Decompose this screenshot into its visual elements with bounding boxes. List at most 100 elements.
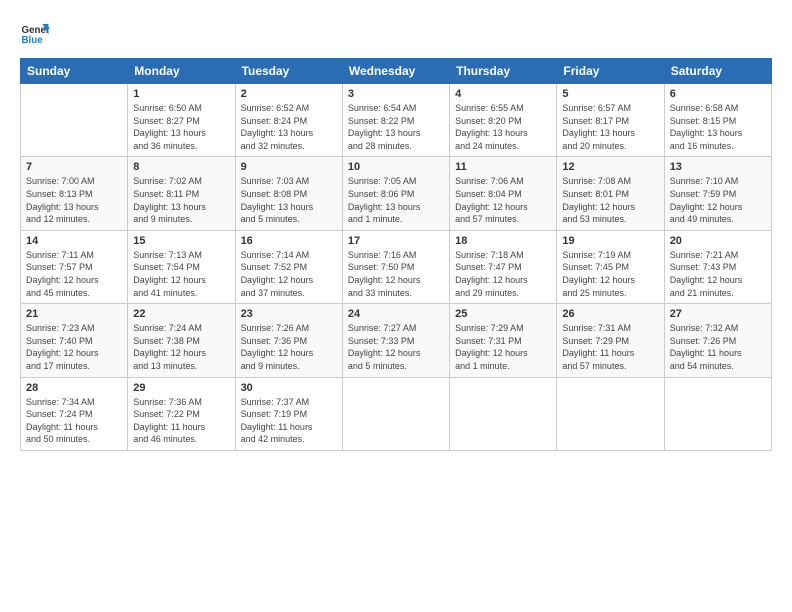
day-info: Sunrise: 6:52 AM Sunset: 8:24 PM Dayligh…	[241, 102, 337, 152]
day-info: Sunrise: 6:57 AM Sunset: 8:17 PM Dayligh…	[562, 102, 658, 152]
day-number: 18	[455, 235, 551, 247]
logo-icon: General Blue	[20, 18, 50, 48]
calendar-cell: 14 Sunrise: 7:11 AM Sunset: 7:57 PM Dayli…	[21, 230, 128, 303]
day-number: 26	[562, 308, 658, 320]
weekday-header-thursday: Thursday	[450, 59, 557, 84]
weekday-header-monday: Monday	[128, 59, 235, 84]
calendar-cell	[450, 377, 557, 450]
week-row-1: 1 Sunrise: 6:50 AM Sunset: 8:27 PM Daylig…	[21, 84, 772, 157]
day-info: Sunrise: 7:10 AM Sunset: 7:59 PM Dayligh…	[670, 175, 766, 225]
calendar-cell: 16 Sunrise: 7:14 AM Sunset: 7:52 PM Dayli…	[235, 230, 342, 303]
day-info: Sunrise: 7:08 AM Sunset: 8:01 PM Dayligh…	[562, 175, 658, 225]
calendar-cell: 20 Sunrise: 7:21 AM Sunset: 7:43 PM Dayli…	[664, 230, 771, 303]
calendar-cell: 21 Sunrise: 7:23 AM Sunset: 7:40 PM Dayli…	[21, 304, 128, 377]
day-info: Sunrise: 7:21 AM Sunset: 7:43 PM Dayligh…	[670, 249, 766, 299]
day-number: 7	[26, 161, 122, 173]
calendar-cell: 30 Sunrise: 7:37 AM Sunset: 7:19 PM Dayli…	[235, 377, 342, 450]
calendar-header-row: SundayMondayTuesdayWednesdayThursdayFrid…	[21, 59, 772, 84]
weekday-header-friday: Friday	[557, 59, 664, 84]
calendar-cell: 8 Sunrise: 7:02 AM Sunset: 8:11 PM Daylig…	[128, 157, 235, 230]
day-info: Sunrise: 7:19 AM Sunset: 7:45 PM Dayligh…	[562, 249, 658, 299]
day-number: 29	[133, 382, 229, 394]
calendar-cell: 22 Sunrise: 7:24 AM Sunset: 7:38 PM Dayli…	[128, 304, 235, 377]
day-info: Sunrise: 7:37 AM Sunset: 7:19 PM Dayligh…	[241, 396, 337, 446]
calendar-cell: 9 Sunrise: 7:03 AM Sunset: 8:08 PM Daylig…	[235, 157, 342, 230]
day-info: Sunrise: 7:36 AM Sunset: 7:22 PM Dayligh…	[133, 396, 229, 446]
calendar-cell	[21, 84, 128, 157]
day-number: 8	[133, 161, 229, 173]
calendar: SundayMondayTuesdayWednesdayThursdayFrid…	[20, 58, 772, 451]
day-number: 2	[241, 88, 337, 100]
day-number: 6	[670, 88, 766, 100]
day-number: 24	[348, 308, 444, 320]
day-number: 28	[26, 382, 122, 394]
day-number: 15	[133, 235, 229, 247]
calendar-cell: 3Sunrise: 6:54 AM Sunset: 8:22 PM Daylig…	[342, 84, 449, 157]
day-number: 10	[348, 161, 444, 173]
day-info: Sunrise: 7:32 AM Sunset: 7:26 PM Dayligh…	[670, 322, 766, 372]
day-info: Sunrise: 7:02 AM Sunset: 8:11 PM Dayligh…	[133, 175, 229, 225]
week-row-5: 28Sunrise: 7:34 AM Sunset: 7:24 PM Dayli…	[21, 377, 772, 450]
day-info: Sunrise: 6:50 AM Sunset: 8:27 PM Dayligh…	[133, 102, 229, 152]
calendar-cell: 29 Sunrise: 7:36 AM Sunset: 7:22 PM Dayli…	[128, 377, 235, 450]
day-number: 5	[562, 88, 658, 100]
calendar-cell: 10 Sunrise: 7:05 AM Sunset: 8:06 PM Dayli…	[342, 157, 449, 230]
day-number: 16	[241, 235, 337, 247]
day-number: 14	[26, 235, 122, 247]
calendar-cell: 13 Sunrise: 7:10 AM Sunset: 7:59 PM Dayli…	[664, 157, 771, 230]
weekday-header-sunday: Sunday	[21, 59, 128, 84]
calendar-cell: 15 Sunrise: 7:13 AM Sunset: 7:54 PM Dayli…	[128, 230, 235, 303]
calendar-cell: 1 Sunrise: 6:50 AM Sunset: 8:27 PM Daylig…	[128, 84, 235, 157]
week-row-2: 7Sunrise: 7:00 AM Sunset: 8:13 PM Daylig…	[21, 157, 772, 230]
logo: General Blue	[20, 18, 50, 48]
calendar-cell: 26Sunrise: 7:31 AM Sunset: 7:29 PM Dayli…	[557, 304, 664, 377]
day-number: 13	[670, 161, 766, 173]
weekday-header-wednesday: Wednesday	[342, 59, 449, 84]
day-number: 3	[348, 88, 444, 100]
day-number: 20	[670, 235, 766, 247]
calendar-cell: 7Sunrise: 7:00 AM Sunset: 8:13 PM Daylig…	[21, 157, 128, 230]
day-info: Sunrise: 7:11 AM Sunset: 7:57 PM Dayligh…	[26, 249, 122, 299]
week-row-4: 21 Sunrise: 7:23 AM Sunset: 7:40 PM Dayli…	[21, 304, 772, 377]
calendar-cell: 12 Sunrise: 7:08 AM Sunset: 8:01 PM Dayli…	[557, 157, 664, 230]
week-row-3: 14 Sunrise: 7:11 AM Sunset: 7:57 PM Dayli…	[21, 230, 772, 303]
day-info: Sunrise: 7:26 AM Sunset: 7:36 PM Dayligh…	[241, 322, 337, 372]
calendar-cell: 28Sunrise: 7:34 AM Sunset: 7:24 PM Dayli…	[21, 377, 128, 450]
day-number: 21	[26, 308, 122, 320]
day-number: 12	[562, 161, 658, 173]
calendar-cell: 23 Sunrise: 7:26 AM Sunset: 7:36 PM Dayli…	[235, 304, 342, 377]
day-number: 17	[348, 235, 444, 247]
calendar-cell: 19 Sunrise: 7:19 AM Sunset: 7:45 PM Dayli…	[557, 230, 664, 303]
day-info: Sunrise: 6:58 AM Sunset: 8:15 PM Dayligh…	[670, 102, 766, 152]
weekday-header-tuesday: Tuesday	[235, 59, 342, 84]
calendar-cell: 6 Sunrise: 6:58 AM Sunset: 8:15 PM Daylig…	[664, 84, 771, 157]
calendar-cell: 18 Sunrise: 7:18 AM Sunset: 7:47 PM Dayli…	[450, 230, 557, 303]
calendar-cell: 24 Sunrise: 7:27 AM Sunset: 7:33 PM Dayli…	[342, 304, 449, 377]
day-number: 4	[455, 88, 551, 100]
day-number: 11	[455, 161, 551, 173]
calendar-cell	[557, 377, 664, 450]
calendar-cell: 11Sunrise: 7:06 AM Sunset: 8:04 PM Dayli…	[450, 157, 557, 230]
day-info: Sunrise: 7:03 AM Sunset: 8:08 PM Dayligh…	[241, 175, 337, 225]
calendar-cell	[664, 377, 771, 450]
calendar-cell: 5 Sunrise: 6:57 AM Sunset: 8:17 PM Daylig…	[557, 84, 664, 157]
calendar-cell: 4 Sunrise: 6:55 AM Sunset: 8:20 PM Daylig…	[450, 84, 557, 157]
day-number: 9	[241, 161, 337, 173]
day-info: Sunrise: 7:24 AM Sunset: 7:38 PM Dayligh…	[133, 322, 229, 372]
day-info: Sunrise: 7:29 AM Sunset: 7:31 PM Dayligh…	[455, 322, 551, 372]
day-number: 25	[455, 308, 551, 320]
day-info: Sunrise: 7:27 AM Sunset: 7:33 PM Dayligh…	[348, 322, 444, 372]
day-info: Sunrise: 6:55 AM Sunset: 8:20 PM Dayligh…	[455, 102, 551, 152]
day-number: 23	[241, 308, 337, 320]
day-info: Sunrise: 7:23 AM Sunset: 7:40 PM Dayligh…	[26, 322, 122, 372]
day-info: Sunrise: 7:18 AM Sunset: 7:47 PM Dayligh…	[455, 249, 551, 299]
day-info: Sunrise: 7:13 AM Sunset: 7:54 PM Dayligh…	[133, 249, 229, 299]
day-info: Sunrise: 7:14 AM Sunset: 7:52 PM Dayligh…	[241, 249, 337, 299]
calendar-body: 1 Sunrise: 6:50 AM Sunset: 8:27 PM Daylig…	[21, 84, 772, 451]
day-number: 19	[562, 235, 658, 247]
day-info: Sunrise: 7:05 AM Sunset: 8:06 PM Dayligh…	[348, 175, 444, 225]
day-number: 1	[133, 88, 229, 100]
day-number: 22	[133, 308, 229, 320]
svg-text:Blue: Blue	[22, 35, 44, 46]
day-number: 30	[241, 382, 337, 394]
